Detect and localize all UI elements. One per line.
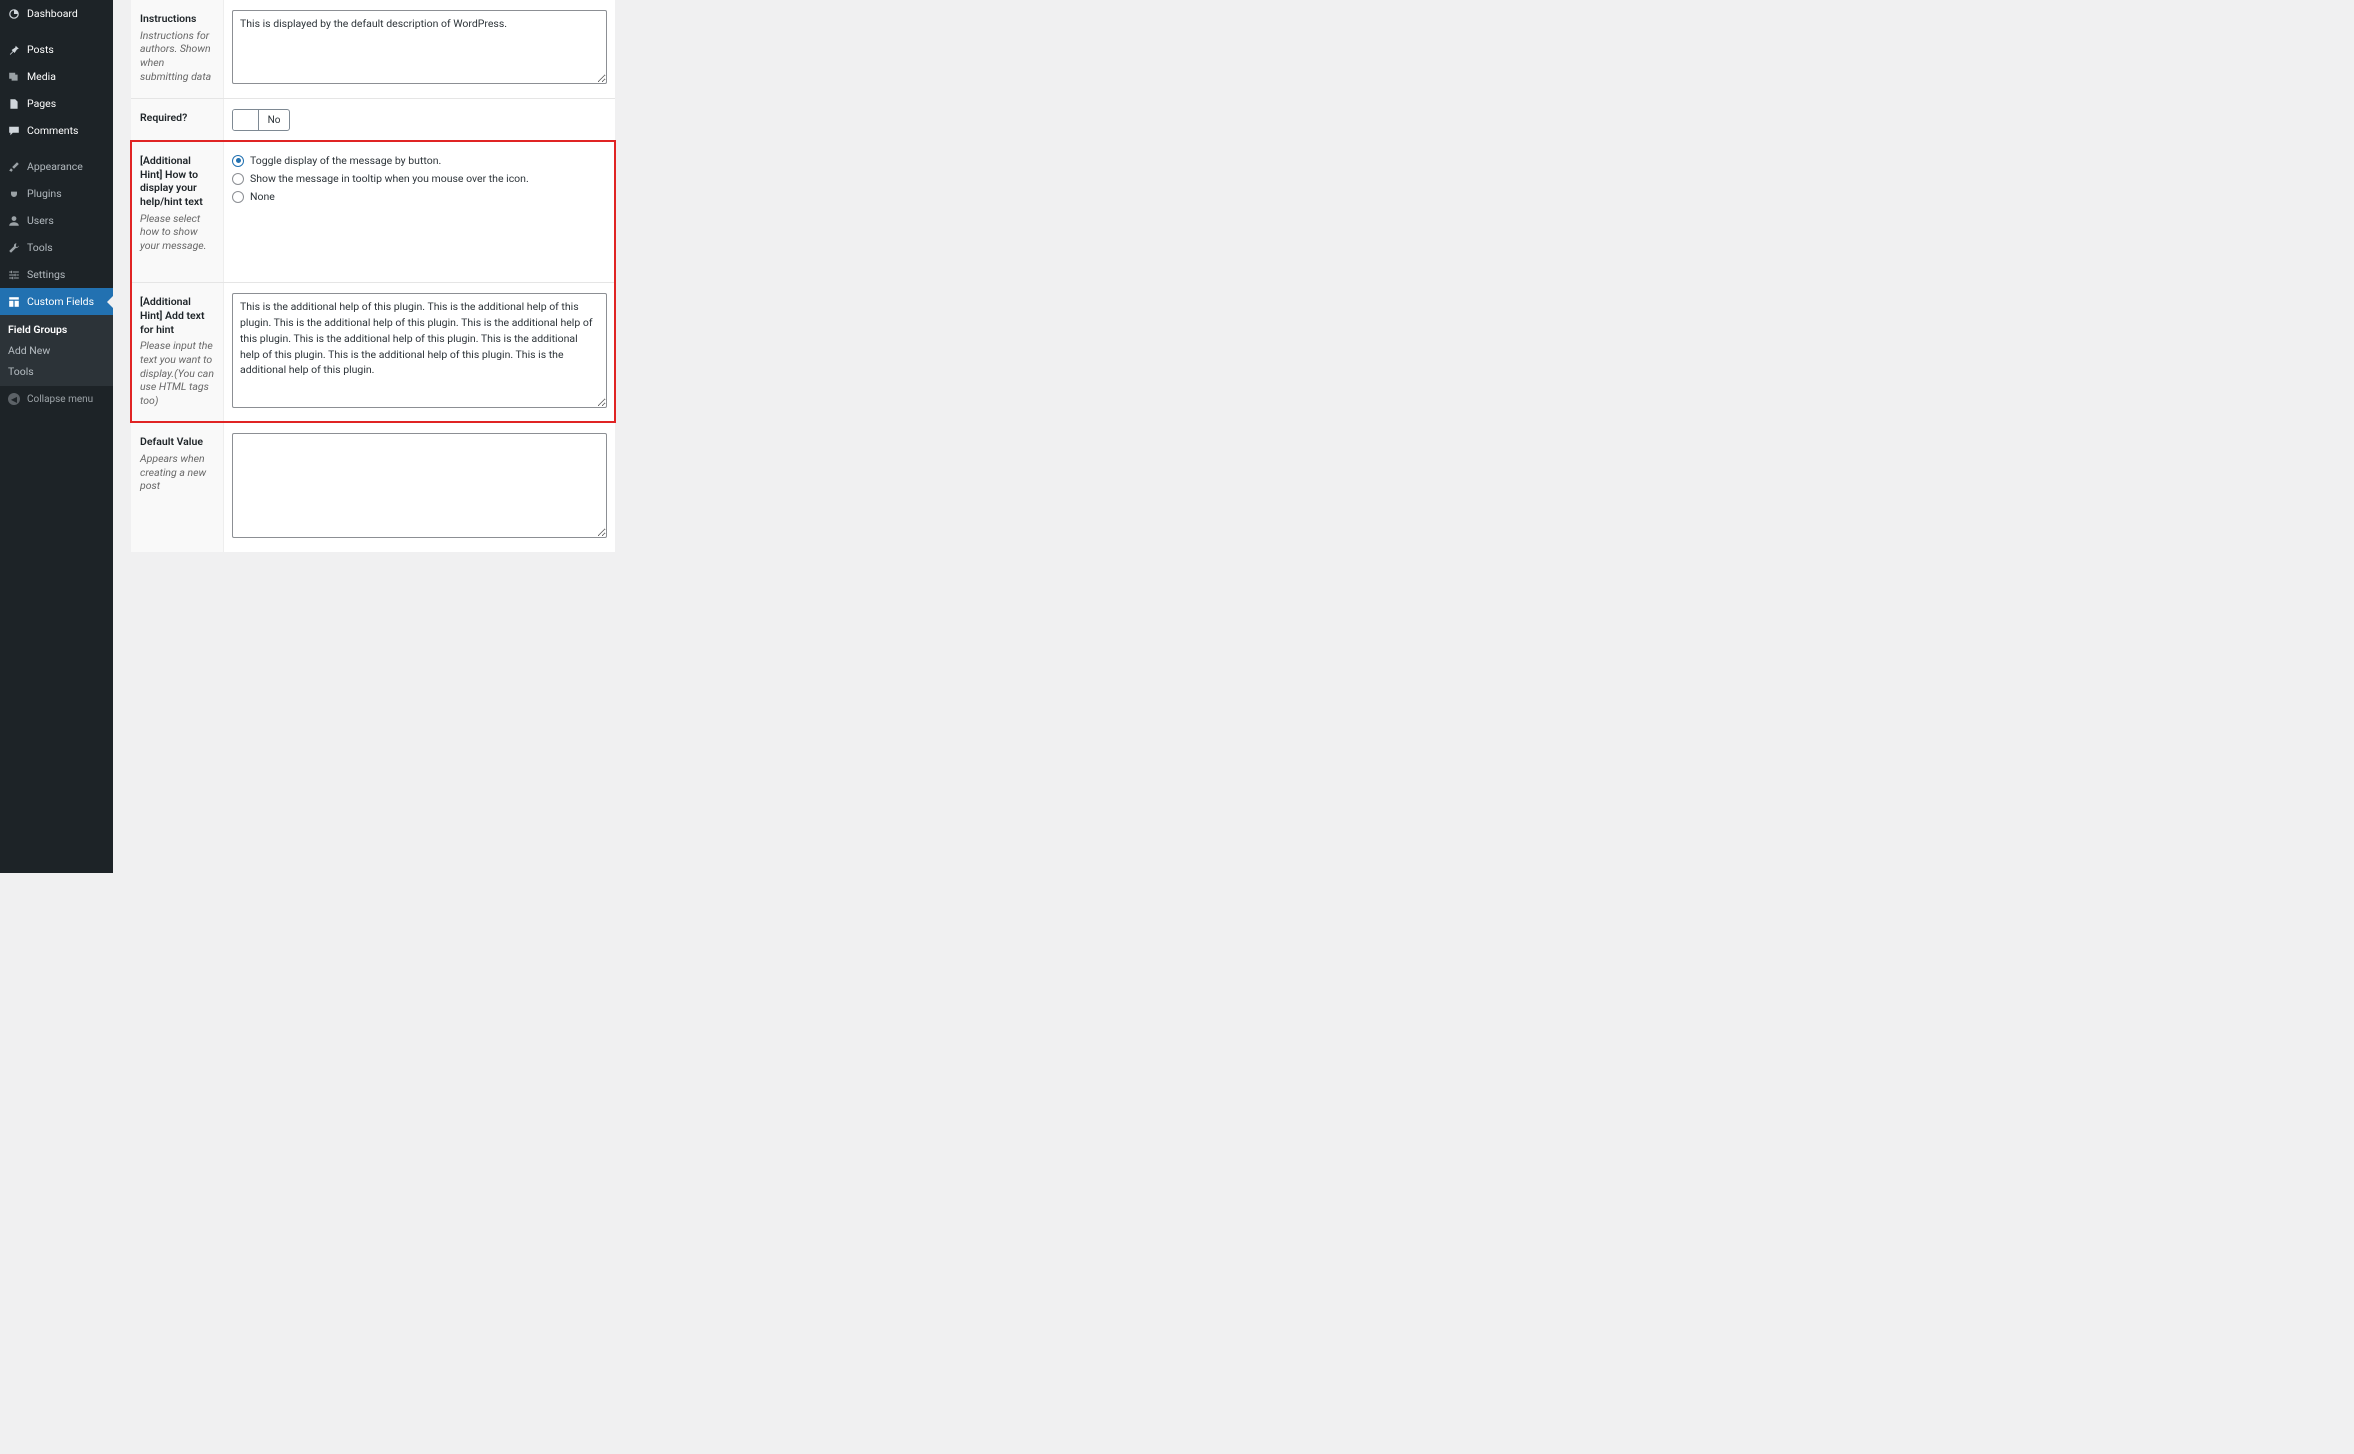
field-input [224,423,615,552]
label-desc: Appears when creating a new post [140,452,215,493]
field-row-required: Required? No [131,98,615,141]
radio-option-toggle[interactable]: Toggle display of the message by button. [232,152,607,169]
label-title: [Additional Hint] Add text for hint [140,295,215,336]
sidebar-item-posts[interactable]: Posts [0,36,113,63]
default-value-textarea[interactable] [232,433,607,538]
submenu-add-new[interactable]: Add New [0,340,113,361]
sidebar-item-label: Comments [27,124,78,137]
sidebar-item-dashboard[interactable]: Dashboard [0,0,113,27]
field-label: Instructions Instructions for authors. S… [131,0,224,98]
page-icon [8,98,20,110]
menu-separator [0,147,113,150]
field-input: This is displayed by the default descrip… [224,0,615,98]
dashboard-icon [8,8,20,20]
sidebar-item-label: Media [27,70,56,83]
menu-separator [0,30,113,33]
collapse-icon: ◀ [8,393,20,405]
sidebar-item-custom-fields[interactable]: Custom Fields [0,288,113,315]
submenu-tools[interactable]: Tools [0,361,113,382]
field-input: Toggle display of the message by button.… [224,142,615,282]
label-title: [Additional Hint] How to display your he… [140,154,215,209]
radio-circle-icon [232,191,244,203]
label-title: Instructions [140,12,215,26]
sidebar-item-settings[interactable]: Settings [0,261,113,288]
field-label: Required? [131,99,224,141]
radio-list: Toggle display of the message by button.… [232,152,607,205]
media-icon [8,71,20,83]
radio-label: Toggle display of the message by button. [250,154,441,167]
sidebar-item-users[interactable]: Users [0,207,113,234]
sidebar-item-media[interactable]: Media [0,63,113,90]
field-input: No [224,99,615,141]
layout-icon [8,296,20,308]
sidebar-item-label: Settings [27,268,65,281]
hint-text-textarea[interactable]: This is the additional help of this plug… [232,293,607,408]
field-row-hint-display: [Additional Hint] How to display your he… [131,141,615,282]
collapse-menu[interactable]: ◀ Collapse menu [0,386,113,412]
label-desc: Instructions for authors. Shown when sub… [140,29,215,84]
radio-label: Show the message in tooltip when you mou… [250,172,529,185]
field-input: This is the additional help of this plug… [224,283,615,422]
label-title: Default Value [140,435,215,449]
field-label: [Additional Hint] How to display your he… [131,142,224,282]
field-row-hint-text: [Additional Hint] Add text for hint Plea… [131,282,615,422]
comment-icon [8,125,20,137]
field-row-default-value: Default Value Appears when creating a ne… [131,422,615,552]
wrench-icon [8,242,20,254]
sidebar-item-label: Tools [27,241,53,254]
user-icon [8,215,20,227]
collapse-label: Collapse menu [27,394,93,405]
sidebar-item-label: Appearance [27,160,83,173]
content-area: Instructions Instructions for authors. S… [113,0,1413,873]
pin-icon [8,44,20,56]
radio-option-tooltip[interactable]: Show the message in tooltip when you mou… [232,170,607,187]
sidebar-item-label: Users [27,214,54,227]
sidebar-item-plugins[interactable]: Plugins [0,180,113,207]
field-row-instructions: Instructions Instructions for authors. S… [131,0,615,98]
radio-label: None [250,190,275,203]
required-toggle[interactable]: No [232,109,290,131]
brush-icon [8,161,20,173]
radio-circle-icon [232,173,244,185]
submenu-field-groups[interactable]: Field Groups [0,319,113,340]
sliders-icon [8,269,20,281]
instructions-textarea[interactable]: This is displayed by the default descrip… [232,10,607,84]
field-label: Default Value Appears when creating a ne… [131,423,224,552]
radio-circle-icon [232,155,244,167]
toggle-track [233,110,259,130]
field-settings-panel: Instructions Instructions for authors. S… [131,0,615,552]
sidebar-item-comments[interactable]: Comments [0,117,113,144]
toggle-label: No [259,115,289,126]
sidebar-item-appearance[interactable]: Appearance [0,153,113,180]
plug-icon [8,188,20,200]
sidebar-item-tools[interactable]: Tools [0,234,113,261]
field-label: [Additional Hint] Add text for hint Plea… [131,283,224,422]
sidebar-item-label: Plugins [27,187,62,200]
label-desc: Please select how to show your message. [140,212,215,253]
sidebar-item-pages[interactable]: Pages [0,90,113,117]
sidebar-submenu: Field Groups Add New Tools [0,315,113,386]
sidebar-item-label: Pages [27,97,56,110]
sidebar-item-label: Dashboard [27,7,78,20]
label-title: Required? [140,111,215,125]
sidebar-item-label: Custom Fields [27,295,94,308]
highlighted-section: [Additional Hint] How to display your he… [131,141,615,422]
admin-sidebar: Dashboard Posts Media Pages Comments App… [0,0,113,873]
radio-option-none[interactable]: None [232,188,607,205]
sidebar-item-label: Posts [27,43,54,56]
label-desc: Please input the text you want to displa… [140,339,215,407]
